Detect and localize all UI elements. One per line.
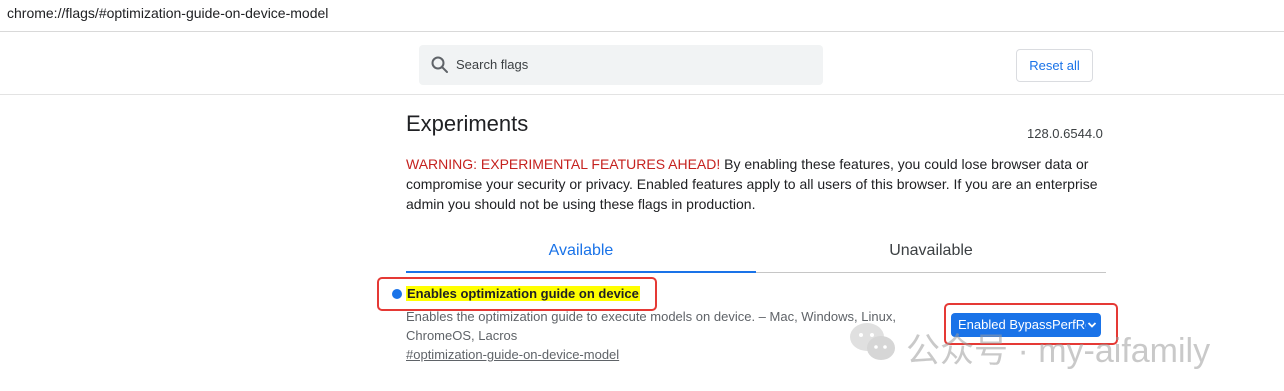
warning-message: WARNING: EXPERIMENTAL FEATURES AHEAD! By…	[406, 154, 1106, 214]
watermark-text: 公众号 · my-aifamily	[906, 332, 1211, 370]
tab-unavailable[interactable]: Unavailable	[756, 231, 1106, 273]
warning-prefix: WARNING: EXPERIMENTAL FEATURES AHEAD!	[406, 156, 721, 172]
version-label: 128.0.6544.0	[1027, 126, 1103, 141]
reset-all-button[interactable]: Reset all	[1016, 49, 1093, 82]
search-placeholder: Search flags	[456, 57, 529, 72]
flags-header: Search flags Reset all	[0, 32, 1284, 95]
search-icon	[431, 56, 448, 73]
page-title: Experiments	[406, 111, 529, 136]
address-bar[interactable]: chrome://flags/#optimization-guide-on-de…	[0, 0, 1284, 32]
wechat-icon	[850, 323, 895, 360]
flag-anchor-link[interactable]: #optimization-guide-on-device-model	[406, 347, 619, 362]
url-text[interactable]: chrome://flags/#optimization-guide-on-de…	[7, 5, 328, 21]
annotation-box-flag-title	[377, 277, 657, 311]
tab-available[interactable]: Available	[406, 231, 756, 273]
search-input[interactable]: Search flags	[419, 45, 823, 85]
